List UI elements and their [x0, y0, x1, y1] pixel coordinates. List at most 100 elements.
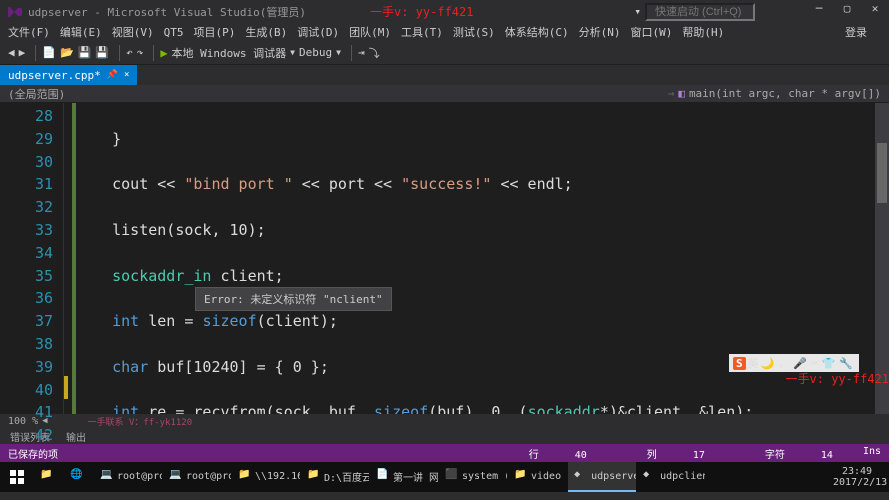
start-debug-icon[interactable]: ▶ — [160, 46, 167, 60]
dropdown-icon[interactable]: ▼ — [290, 48, 295, 57]
file-tab-active[interactable]: udpserver.cpp* 📌 × — [0, 65, 137, 85]
start-button[interactable] — [0, 462, 34, 492]
menu-project[interactable]: 项目(P) — [194, 24, 236, 40]
taskbar-item[interactable]: 💻root@pro... — [163, 462, 231, 492]
folder-icon: 📁 — [238, 469, 252, 483]
windows-icon — [10, 470, 24, 484]
ime-icon[interactable]: ⌨ — [811, 357, 818, 370]
status-col: 列 17 — [617, 446, 705, 461]
ime-icon[interactable]: 🌙 — [761, 357, 775, 370]
menu-analyze[interactable]: 分析(N) — [579, 24, 621, 40]
file-tabs: udpserver.cpp* 📌 × — [0, 65, 889, 85]
doc-icon: 📄 — [376, 469, 390, 483]
taskbar-item[interactable]: 📁\\192.168... — [232, 462, 300, 492]
taskbar-item-active[interactable]: ◆udpserver... — [568, 462, 636, 492]
window-title: udpserver - Microsoft Visual Studio(管理员) — [28, 4, 306, 20]
windows-taskbar: 📁 🌐 💻root@pro... 💻root@pro... 📁\\192.168… — [0, 462, 889, 492]
scope-selector[interactable]: (全局范围) — [8, 86, 65, 102]
sogou-icon[interactable]: S — [733, 357, 746, 370]
vs-icon: ◆ — [574, 469, 588, 483]
putty-icon: 💻 — [100, 469, 114, 483]
nav-back-icon[interactable]: ◀ — [8, 46, 15, 59]
menu-help[interactable]: 帮助(H) — [682, 24, 724, 40]
menu-qt5[interactable]: QT5 — [164, 26, 184, 39]
new-file-icon[interactable]: 📄 — [42, 46, 56, 59]
status-ins: Ins — [863, 446, 881, 461]
quick-launch-input[interactable] — [645, 3, 755, 21]
taskbar-browser[interactable]: 🌐 — [64, 462, 93, 492]
menu-build[interactable]: 生成(B) — [245, 24, 287, 40]
notification-icon[interactable]: ▾ — [634, 5, 641, 18]
minimize-button[interactable]: ─ — [805, 2, 833, 22]
tab-output[interactable]: 输出 — [58, 428, 94, 444]
menu-arch[interactable]: 体系结构(C) — [505, 24, 569, 40]
undo-icon[interactable]: ↶ — [126, 46, 133, 59]
menu-file[interactable]: 文件(F) — [8, 24, 50, 40]
zoom-bar: 100 % ◀ 一手联系 V：ff-yk1120 — [0, 414, 889, 428]
menu-debug[interactable]: 调试(D) — [297, 24, 339, 40]
watermark-text: 一手v: yy-ff421 — [370, 3, 473, 20]
save-all-icon[interactable]: 💾 — [95, 46, 109, 59]
status-bar: 已保存的项 行 40 列 17 字符 14 Ins — [0, 444, 889, 462]
close-tab-icon[interactable]: × — [124, 70, 129, 80]
separator-icon: → — [668, 87, 675, 100]
watermark-small: 一手联系 V：ff-yk1120 — [88, 415, 193, 428]
maximize-button[interactable]: ▢ — [833, 2, 861, 22]
ime-icon[interactable]: ， — [778, 355, 789, 371]
ime-toolbar[interactable]: S 英 🌙 ， 🎤 ⌨ 👕 🔧 — [729, 354, 859, 372]
clock-date: 2017/2/13 — [833, 477, 881, 488]
method-selector[interactable]: main(int argc, char * argv[]) — [689, 87, 881, 100]
login-link[interactable]: 登录 — [845, 24, 867, 40]
menu-view[interactable]: 视图(V) — [112, 24, 154, 40]
vs-icon: ◆ — [643, 469, 657, 483]
tooltip-text: Error: 未定义标识符 "nclient" — [204, 293, 383, 306]
close-button[interactable]: ✕ — [861, 2, 889, 22]
ime-icon[interactable]: 🔧 — [839, 357, 853, 370]
ime-icon[interactable]: 👕 — [822, 357, 836, 370]
clock-time: 23:49 — [833, 466, 881, 477]
watermark-text: 一手v: yy-ff421 — [786, 370, 889, 387]
tab-label: udpserver.cpp* — [8, 69, 101, 82]
taskbar-item[interactable]: 📄第一讲 网... — [370, 462, 438, 492]
debugger-combo[interactable]: 本地 Windows 调试器 — [172, 45, 287, 61]
taskbar-item[interactable]: 💻root@pro... — [94, 462, 162, 492]
folder-icon: 📁 — [40, 469, 54, 483]
change-margin — [64, 103, 76, 414]
menu-window[interactable]: 窗口(W) — [631, 24, 673, 40]
taskbar-explorer[interactable]: 📁 — [34, 462, 63, 492]
step-icon[interactable]: ⤵ — [369, 45, 380, 61]
taskbar-item[interactable]: ◆udpclient... — [637, 462, 705, 492]
menu-test[interactable]: 测试(S) — [453, 24, 495, 40]
ime-icon[interactable]: 🎤 — [793, 357, 807, 370]
save-icon[interactable]: 💾 — [78, 46, 92, 59]
modified-marker — [64, 376, 68, 399]
error-tooltip: Error: 未定义标识符 "nclient" — [195, 287, 392, 311]
menu-team[interactable]: 团队(M) — [349, 24, 391, 40]
saved-indicator: 已保存的项 — [8, 446, 58, 461]
putty-icon: 💻 — [169, 469, 183, 483]
ime-lang[interactable]: 英 — [748, 355, 759, 371]
folder-icon: 📁 — [514, 469, 528, 483]
taskbar-item[interactable]: 📁video — [508, 462, 567, 492]
config-combo[interactable]: Debug — [299, 46, 332, 59]
line-gutter: 282930313233343536373839404142 — [0, 103, 64, 414]
taskbar-item[interactable]: 📁D:\百度云... — [301, 462, 369, 492]
menu-edit[interactable]: 编辑(E) — [60, 24, 102, 40]
redo-icon[interactable]: ↷ — [137, 46, 144, 59]
menu-tools[interactable]: 工具(T) — [401, 24, 443, 40]
status-char: 字符 14 — [735, 446, 833, 461]
step-icon[interactable]: ⇥ — [358, 46, 365, 59]
system-clock[interactable]: 23:49 2017/2/13 — [825, 466, 889, 488]
nav-forward-icon[interactable]: ▶ — [19, 46, 26, 59]
dropdown-icon[interactable]: ▼ — [336, 48, 341, 57]
vertical-scrollbar[interactable] — [875, 103, 889, 414]
output-tabs: 错误列表 输出 — [0, 428, 889, 444]
status-line: 行 40 — [499, 446, 587, 461]
pin-icon[interactable]: 📌 — [107, 70, 118, 80]
taskbar-item[interactable]: ⬛system (C... — [439, 462, 507, 492]
breadcrumb-bar: (全局范围) → ◧ main(int argc, char * argv[]) — [0, 85, 889, 103]
open-file-icon[interactable]: 📂 — [60, 46, 74, 59]
scrollbar-thumb[interactable] — [877, 143, 887, 203]
cmd-icon: ⬛ — [445, 469, 459, 483]
vs-logo-icon — [8, 5, 22, 19]
